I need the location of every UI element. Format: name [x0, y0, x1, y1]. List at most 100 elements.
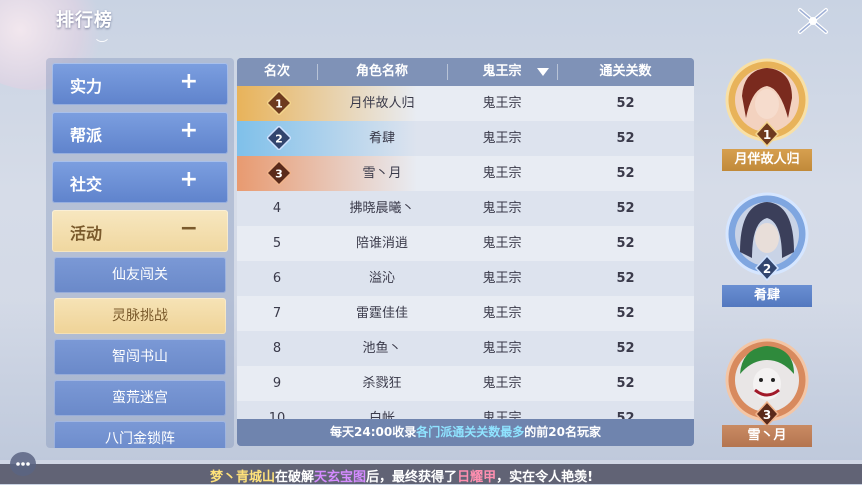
rank-number: 8 [272, 341, 282, 356]
player-score: 52 [616, 201, 635, 216]
announcement-reward: 日耀甲 [457, 470, 497, 485]
rank-number: 1 [275, 98, 283, 111]
player-sect: 鬼王宗 [482, 306, 522, 321]
table-row[interactable]: 7 雷霆佳佳 鬼王宗 52 [237, 296, 694, 331]
rank-2-medal-icon: 2 [267, 126, 291, 150]
table-row[interactable]: 10 白帐 鬼王宗 52 [237, 401, 694, 419]
rank-1-medal-icon: 1 [267, 91, 291, 115]
player-avatar: 3 [725, 338, 809, 428]
rank-number: 6 [272, 271, 282, 286]
podium-player-name: 月伴故人归 [722, 149, 812, 171]
collapse-icon: − [179, 216, 198, 241]
player-name: 拂晓晨曦丶 [349, 201, 415, 216]
podium-rank-3[interactable]: 3 雪丶月 [722, 338, 812, 454]
player-sect: 鬼王宗 [482, 376, 522, 391]
system-announcement-bar: 梦丶青城山在破解天玄宝图后，最终获得了日耀甲，实在令人艳羡! [0, 464, 862, 485]
player-name: 溢沁 [368, 271, 395, 286]
subitem-lingmai[interactable]: 灵脉挑战 [54, 298, 226, 334]
player-score: 52 [616, 236, 635, 251]
player-score: 52 [616, 271, 635, 286]
announcement-player: 梦丶青城山 [210, 470, 276, 485]
header-name: 角色名称 [355, 64, 408, 79]
player-score: 52 [616, 96, 635, 111]
rank-number: 4 [272, 201, 282, 216]
subitem-bamen[interactable]: 八门金锁阵 [54, 421, 226, 448]
player-sect: 鬼王宗 [482, 96, 522, 111]
category-label: 帮派 [70, 126, 103, 145]
player-score: 52 [616, 341, 635, 356]
footer-suffix: 的前20名玩家 [524, 425, 601, 439]
category-guild[interactable]: 帮派 + [52, 112, 228, 154]
player-score: 52 [616, 376, 635, 391]
table-rows[interactable]: 1 月伴故人归 鬼王宗 52 2 肴肆 鬼王宗 52 3 雪丶月 鬼王宗 52 [237, 86, 694, 419]
rank-3-medal-icon: 3 [267, 161, 291, 185]
rank-number: 10 [268, 411, 286, 419]
player-sect: 鬼王宗 [482, 131, 522, 146]
category-activity[interactable]: 活动 − [52, 210, 228, 252]
rank-number: 2 [275, 133, 283, 146]
player-sect: 鬼王宗 [482, 411, 522, 419]
player-score: 52 [616, 131, 635, 146]
player-score: 52 [616, 411, 635, 419]
player-avatar: 1 [725, 58, 809, 148]
player-sect: 鬼王宗 [482, 341, 522, 356]
close-icon[interactable] [796, 6, 830, 36]
announcement-segment: 后，最终获得了 [366, 470, 458, 485]
category-menu: 实力 + 帮派 + 社交 + 活动 − 仙友闯关 灵脉挑战 智闯书山 蛮荒迷宫 … [46, 58, 234, 448]
player-score: 52 [616, 166, 635, 181]
chat-bubble-icon[interactable] [10, 452, 36, 476]
announcement-item: 天玄宝图 [314, 470, 367, 485]
podium-rank-1[interactable]: 1 月伴故人归 [722, 58, 812, 174]
player-name: 雪丶月 [362, 166, 402, 181]
table-row[interactable]: 5 陪谁消逍 鬼王宗 52 [237, 226, 694, 261]
player-name: 池鱼丶 [362, 341, 402, 356]
category-strength[interactable]: 实力 + [52, 63, 228, 105]
player-name: 肴肆 [368, 131, 395, 146]
expand-icon: + [179, 69, 198, 94]
category-social[interactable]: 社交 + [52, 161, 228, 203]
dropdown-arrow-icon[interactable] [537, 68, 549, 76]
category-label: 社交 [70, 175, 103, 194]
leaderboard-table: 名次 角色名称 鬼王宗 通关关数 1 月伴故人归 鬼王宗 52 2 肴肆 鬼王宗 [237, 58, 694, 446]
subitem-manhuang[interactable]: 蛮荒迷宫 [54, 380, 226, 416]
table-row[interactable]: 6 溢沁 鬼王宗 52 [237, 261, 694, 296]
podium-rank-number: 1 [763, 128, 771, 142]
table-row[interactable]: 2 肴肆 鬼王宗 52 [237, 121, 694, 156]
player-sect: 鬼王宗 [482, 201, 522, 216]
table-header: 名次 角色名称 鬼王宗 通关关数 [237, 58, 694, 86]
announcement-segment: ，实在令人艳羡! [496, 470, 594, 485]
table-row[interactable]: 3 雪丶月 鬼王宗 52 [237, 156, 694, 191]
header-score: 通关关数 [599, 64, 652, 79]
category-label: 活动 [70, 224, 103, 243]
announcement-text: 梦丶青城山在破解天玄宝图后，最终获得了日耀甲，实在令人艳羡! [210, 466, 593, 485]
category-label: 实力 [70, 77, 103, 96]
subitem-zhichuang[interactable]: 智闯书山 [54, 339, 226, 375]
announcement-segment: 在破解 [275, 470, 315, 485]
subitem-xianyou[interactable]: 仙友闯关 [54, 257, 226, 293]
bird-icon: ︶ [96, 38, 109, 52]
player-avatar: 2 [725, 192, 809, 282]
footer-prefix: 每天24:00收录 [330, 425, 417, 439]
header-rank: 名次 [263, 64, 290, 79]
player-name: 白帐 [368, 411, 395, 419]
rank-number: 9 [272, 376, 282, 391]
expand-icon: + [179, 167, 198, 192]
podium-rank-2[interactable]: 2 肴肆 [722, 192, 812, 308]
podium-player-name: 雪丶月 [722, 425, 812, 447]
table-row[interactable]: 1 月伴故人归 鬼王宗 52 [237, 86, 694, 121]
player-name: 陪谁消逍 [355, 236, 408, 251]
player-name: 雷霆佳佳 [355, 306, 408, 321]
table-row[interactable]: 4 拂晓晨曦丶 鬼王宗 52 [237, 191, 694, 226]
rank-number: 5 [272, 236, 282, 251]
table-footer-note: 每天24:00收录各门派通关关数最多的前20名玩家 [237, 419, 694, 446]
footer-highlight: 各门派通关关数最多 [416, 425, 525, 439]
table-row[interactable]: 9 杀戮狂 鬼王宗 52 [237, 366, 694, 401]
rank-number: 7 [272, 306, 282, 321]
page-title: 排行榜 [56, 10, 113, 31]
player-sect: 鬼王宗 [482, 166, 522, 181]
player-name: 月伴故人归 [349, 96, 415, 111]
table-row[interactable]: 8 池鱼丶 鬼王宗 52 [237, 331, 694, 366]
player-sect: 鬼王宗 [482, 271, 522, 286]
podium-player-name: 肴肆 [722, 285, 812, 307]
expand-icon: + [179, 118, 198, 143]
